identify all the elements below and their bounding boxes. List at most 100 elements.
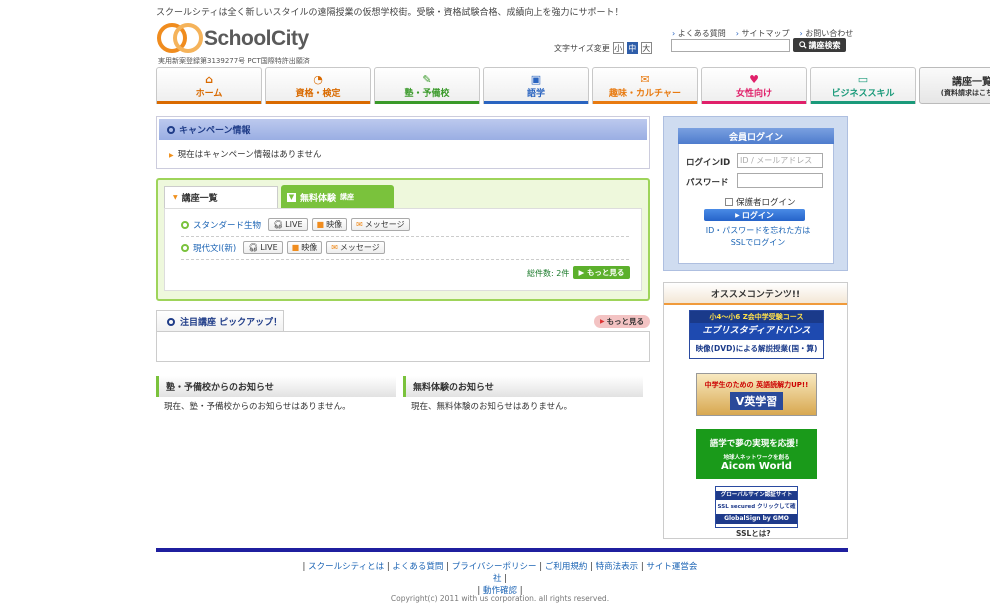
- nav-for-women[interactable]: ♥ 女性向け: [701, 67, 807, 104]
- footer-links: | スクールシティとは | よくある質問 | プライバシーポリシー | ご利用規…: [302, 562, 698, 596]
- nav-label: 塾・予備校: [404, 88, 450, 99]
- logo-mark-icon: [157, 23, 203, 53]
- news-cram-title: 塾・予備校からのお知らせ: [156, 376, 396, 397]
- login-panel: 会員ログイン ログインID ID / メールアドレス パスワード 保護者ログイン…: [663, 116, 848, 271]
- pickup-content: [156, 331, 650, 362]
- search-input[interactable]: [671, 39, 790, 52]
- live-label: LIVE: [285, 220, 303, 229]
- arrow-down-icon: ▼: [173, 194, 178, 201]
- z-kai-banner[interactable]: 小4～小6 Z会中学受験コース エブリスタディアドバンス 映像(DVD)による解…: [689, 310, 824, 359]
- nav-hobby-culture[interactable]: ✉ 趣味・カルチャー: [592, 67, 698, 104]
- campaign-message: 現在はキャンペーン情報はありません: [169, 150, 321, 160]
- campaign-header: キャンペーン情報: [159, 119, 647, 140]
- faq-link[interactable]: よくある質問: [672, 28, 726, 39]
- z-kai-banner-line3: 映像(DVD)による解説授業(国・算): [695, 344, 818, 353]
- globalsign-line1: グローバルサイン認証サイト: [716, 490, 797, 500]
- nav-course-list[interactable]: 講座一覧 (資料請求はこちら): [919, 67, 990, 104]
- forgot-credentials-link[interactable]: ID・パスワードを忘れた方は: [694, 225, 822, 237]
- login-id-placeholder: ID / メールアドレス: [740, 156, 813, 165]
- video-label: 映像: [326, 220, 343, 229]
- guardian-login-label: 保護者ログイン: [736, 198, 796, 208]
- courses-panel: ▼ 講座一覧 ▼ 無料体験 講座 スタンダード生物 🎧︎ LIVE ■ 映像 ✉ メッ…: [156, 178, 650, 301]
- ssl-login-link[interactable]: SSLでログイン: [694, 237, 822, 249]
- z-kai-banner-line2: エブリスタディアドバンス: [690, 323, 823, 340]
- footer-link-commerce[interactable]: 特商法表示: [596, 562, 639, 572]
- logo-text: SchoolCity: [204, 27, 309, 50]
- globalsign-line2: SSL secured クリックして確認: [717, 503, 796, 524]
- sitemap-link[interactable]: サイトマップ: [736, 28, 790, 39]
- total-count: 総件数: 2件: [527, 269, 570, 278]
- live-button[interactable]: 🎧︎ LIVE: [268, 218, 308, 231]
- nav-course-list-sub: (資料請求はこちら): [940, 89, 990, 97]
- pickup-title: 注目講座 ピックアップ！: [180, 318, 283, 328]
- nav-label: ホーム: [195, 88, 223, 99]
- pickup-more-button[interactable]: ▶ もっと見る: [594, 315, 650, 328]
- footer-link-about[interactable]: スクールシティとは: [308, 562, 384, 572]
- login-button-label: ログイン: [741, 210, 774, 220]
- footer-link-faq[interactable]: よくある質問: [392, 562, 443, 572]
- login-button[interactable]: ▶ ログイン: [704, 209, 805, 221]
- tab-free-trial[interactable]: ▼ 無料体験 講座: [281, 185, 394, 209]
- checkbox-icon: [725, 198, 733, 206]
- search-button-label: 講座検索: [808, 40, 841, 50]
- arrow-down-icon: ▼: [287, 192, 296, 202]
- nav-cram-school[interactable]: ✎ 塾・予備校: [374, 67, 480, 104]
- arrow-right-icon: ▶: [578, 268, 587, 277]
- video-icon: ■: [291, 243, 300, 252]
- book-icon: ▣: [530, 72, 542, 86]
- aicom-banner[interactable]: 語学で夢の実現を応援！ 地球人ネットワークを創る Aicom World: [696, 429, 817, 479]
- course-name-link[interactable]: 現代文Ⅰ(新): [193, 242, 236, 254]
- tab-free-trial-label: 無料体験: [300, 193, 337, 204]
- guardian-login-checkbox[interactable]: 保護者ログイン: [725, 196, 796, 208]
- mail-icon: ✉: [640, 72, 650, 86]
- login-title: 会員ログイン: [678, 128, 834, 144]
- z-kai-banner-line1: 小4～小6 Z会中学受験コース: [690, 311, 823, 323]
- forgot-credentials[interactable]: ID・パスワードを忘れた方は SSLでログイン: [694, 225, 822, 249]
- password-input[interactable]: [737, 173, 823, 188]
- video-button[interactable]: ■ 映像: [311, 218, 348, 231]
- globalsign-line3: GlobalSign by GMO: [716, 513, 797, 524]
- footer-link-terms[interactable]: ご利用規約: [545, 562, 588, 572]
- aicom-line1: 語学で夢の実現を応援！: [709, 438, 804, 449]
- font-size-label: 文字サイズ変更: [554, 43, 610, 53]
- site-logo[interactable]: SchoolCity: [157, 20, 309, 54]
- video-icon: ■: [316, 220, 325, 229]
- ssl-info-link[interactable]: SSLとは?: [736, 528, 771, 539]
- english-reading-line1: 中学生のための 英語読解力UP!!: [704, 380, 809, 389]
- course-name-link[interactable]: スタンダード生物: [193, 219, 261, 231]
- english-reading-banner[interactable]: 中学生のための 英語読解力UP!! V英学習: [696, 373, 817, 416]
- video-button[interactable]: ■ 映像: [286, 241, 323, 254]
- nav-qualifications[interactable]: ◔ 資格・検定: [265, 67, 371, 104]
- arrow-right-icon: ▶: [599, 318, 605, 325]
- circle-bullet-icon: [167, 125, 175, 134]
- nav-languages[interactable]: ▣ 語学: [483, 67, 589, 104]
- tab-course-list-label: 講座一覧: [181, 194, 218, 204]
- login-id-input[interactable]: ID / メールアドレス: [737, 153, 823, 168]
- font-size-switcher: 文字サイズ変更 小 中 大: [554, 42, 652, 54]
- main-nav: ⌂ ホーム ◔ 資格・検定 ✎ 塾・予備校 ▣ 語学 ✉ 趣味・カルチャー ♥ …: [156, 67, 990, 104]
- font-size-small-button[interactable]: 小: [612, 42, 624, 54]
- message-label: メッセージ: [339, 243, 380, 252]
- globalsign-seal[interactable]: グローバルサイン認証サイト SSL secured クリックして確認 Globa…: [715, 486, 798, 528]
- computer-icon: ▭: [857, 72, 869, 86]
- english-reading-line2: V英学習: [729, 391, 784, 410]
- more-courses-button[interactable]: ▶ もっと見る: [573, 266, 630, 279]
- font-size-large-button[interactable]: 大: [640, 42, 652, 54]
- pencil-icon: ✎: [422, 72, 432, 86]
- pickup-more-label: もっと見る: [606, 317, 645, 326]
- ring-bullet-icon: [181, 243, 189, 252]
- nav-home[interactable]: ⌂ ホーム: [156, 67, 262, 104]
- course-search-button[interactable]: 講座検索: [793, 38, 846, 52]
- message-button[interactable]: ✉ メッセージ: [326, 241, 385, 254]
- nav-business-skills[interactable]: ▭ ビジネススキル: [810, 67, 916, 104]
- font-size-medium-button[interactable]: 中: [626, 42, 638, 54]
- site-tagline: スクールシティは全く新しいスタイルの遠隔授業の仮想学校街。受験・資格試験合格、成…: [156, 8, 624, 18]
- tab-course-list[interactable]: ▼ 講座一覧: [164, 186, 278, 208]
- nav-label: 語学: [526, 88, 545, 99]
- live-button[interactable]: 🎧︎ LIVE: [243, 241, 283, 254]
- course-list: スタンダード生物 🎧︎ LIVE ■ 映像 ✉ メッセージ 現代文Ⅰ(新) 🎧︎ LIV…: [164, 208, 642, 291]
- message-button[interactable]: ✉ メッセージ: [351, 218, 410, 231]
- footer-link-privacy[interactable]: プライバシーポリシー: [452, 562, 537, 572]
- list-item: 現代文Ⅰ(新) 🎧︎ LIVE ■ 映像 ✉ メッセージ: [181, 241, 385, 254]
- message-label: メッセージ: [364, 220, 405, 229]
